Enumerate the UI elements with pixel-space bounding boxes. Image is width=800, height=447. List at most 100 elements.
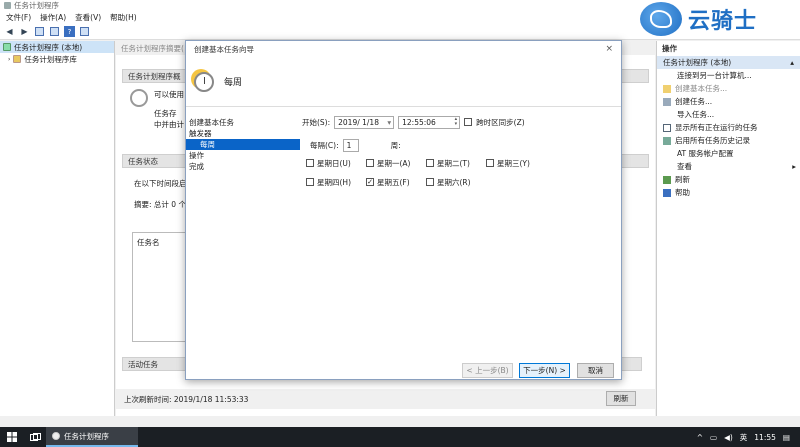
start-time-value: 12:55:06: [402, 117, 436, 127]
task-name-column[interactable]: 任务名: [137, 238, 160, 247]
help-icon[interactable]: ?: [64, 26, 75, 37]
forward-arrow-icon[interactable]: ▶: [19, 26, 30, 37]
task-view-icon[interactable]: [24, 427, 46, 447]
every-weeks-input[interactable]: 1: [342, 138, 359, 152]
navigation-tree: 任务计划程序 (本地) › 任务计划程序库: [0, 41, 115, 416]
back-arrow-icon[interactable]: ◀: [4, 26, 15, 37]
menu-view[interactable]: 查看(V): [75, 12, 101, 23]
action-label: AT 服务帐户配置: [677, 149, 734, 158]
clock-time[interactable]: 11:55: [754, 433, 776, 442]
day-label: 星期日(U): [317, 158, 351, 168]
every-label: 每隔(C):: [310, 140, 339, 150]
dialog-title: 创建基本任务向导: [194, 44, 254, 54]
close-icon[interactable]: ×: [605, 44, 613, 54]
tray-arrow-icon[interactable]: ^: [697, 433, 703, 442]
start-icon[interactable]: [0, 427, 24, 447]
action-import[interactable]: 导入任务...: [657, 108, 800, 121]
menu-action[interactable]: 操作(A): [40, 12, 66, 23]
action-create-basic[interactable]: 创建基本任务...: [657, 82, 800, 95]
day-checkbox[interactable]: [306, 178, 314, 186]
ime-indicator[interactable]: 英: [740, 432, 748, 443]
day-friday[interactable]: ✓ 星期五(F): [366, 177, 426, 188]
menu-file[interactable]: 文件(F): [6, 12, 31, 23]
day-saturday[interactable]: 星期六(R): [426, 177, 486, 188]
step-finish[interactable]: 完成: [186, 161, 298, 172]
day-checkbox[interactable]: [486, 159, 494, 167]
day-thursday[interactable]: 星期四(H): [306, 177, 366, 188]
show-hide-tree-icon[interactable]: [34, 26, 45, 37]
day-checkbox[interactable]: [306, 159, 314, 167]
weeks-label: 周:: [390, 140, 401, 150]
tree-item-label: 任务计划程序库: [24, 54, 77, 64]
day-checkbox[interactable]: ✓: [366, 178, 374, 186]
day-wednesday[interactable]: 星期三(Y): [486, 158, 546, 169]
create-task-icon: [663, 97, 671, 106]
last-refresh-text: 上次刷新时间: 2019/1/18 11:53:33: [124, 394, 249, 404]
tree-item-library[interactable]: › 任务计划程序库: [0, 53, 114, 65]
window-title: 任务计划程序: [14, 1, 59, 10]
menu-help[interactable]: 帮助(H): [110, 12, 137, 23]
calendar-dropdown-icon[interactable]: ▾: [387, 118, 391, 127]
collapse-icon[interactable]: ▴: [790, 58, 794, 67]
next-button[interactable]: 下一步(N) >: [519, 363, 570, 378]
step-create[interactable]: 创建基本任务: [186, 117, 298, 128]
step-trigger[interactable]: 触发器: [186, 128, 298, 139]
expand-arrow-icon[interactable]: ›: [8, 56, 10, 63]
action-show-running[interactable]: 显示所有正在运行的任务: [657, 121, 800, 134]
actions-sub-header[interactable]: 任务计划程序 (本地) ▴: [657, 56, 800, 69]
time-spinner-icon[interactable]: ▴ ▾: [455, 117, 458, 127]
step-weekly[interactable]: 每周: [186, 139, 300, 150]
action-label: 查看: [677, 162, 692, 171]
console-icon[interactable]: [79, 26, 90, 37]
action-label: 帮助: [675, 188, 690, 197]
dialog-heading: 每周: [224, 78, 243, 88]
start-time-field[interactable]: 12:55:06 ▴ ▾: [398, 115, 461, 129]
running-tasks-icon: [663, 123, 671, 132]
back-button[interactable]: < 上一步(B): [462, 363, 513, 378]
overview-line: 可以使用: [154, 90, 184, 99]
day-tuesday[interactable]: 星期二(T): [426, 158, 486, 169]
day-checkbox[interactable]: [426, 159, 434, 167]
taskbar-app-scheduler[interactable]: 任务计划程序: [46, 427, 138, 447]
day-checkbox[interactable]: [366, 159, 374, 167]
action-label: 刷新: [675, 175, 690, 184]
weekly-form: 开始(S): 2019/ 1/18 ▾ 12:55:06 ▴ ▾ 跨时区同步(Z)…: [302, 107, 622, 381]
day-checkbox[interactable]: [426, 178, 434, 186]
sync-timezone-checkbox[interactable]: [464, 118, 473, 126]
notification-icon[interactable]: ▤: [783, 433, 790, 442]
clock-icon: [130, 89, 148, 107]
volume-icon[interactable]: ◀): [724, 433, 733, 442]
action-label: 连接到另一台计算机...: [677, 71, 752, 80]
day-sunday[interactable]: 星期日(U): [306, 158, 366, 169]
tree-item-local[interactable]: 任务计划程序 (本地): [0, 41, 114, 53]
action-create-task[interactable]: 创建任务...: [657, 95, 800, 108]
action-enable-history[interactable]: 启用所有任务历史记录: [657, 134, 800, 147]
watermark-logo: 云骑士: [640, 0, 800, 38]
step-action[interactable]: 操作: [186, 150, 298, 161]
create-basic-task-icon: [663, 84, 671, 93]
scheduler-icon: [3, 43, 11, 51]
day-monday[interactable]: 星期一(A): [366, 158, 426, 169]
refresh-icon: [663, 175, 671, 184]
action-connect[interactable]: 连接到另一台计算机...: [657, 69, 800, 82]
day-label: 星期三(Y): [497, 158, 530, 168]
action-refresh[interactable]: 刷新: [657, 173, 800, 186]
action-at-config[interactable]: AT 服务帐户配置: [657, 147, 800, 160]
properties-icon[interactable]: [49, 26, 60, 37]
refresh-button[interactable]: 刷新: [606, 391, 636, 406]
knight-logo-icon: [640, 2, 682, 36]
action-view[interactable]: 查看 ▸: [657, 160, 800, 173]
app-icon: [4, 2, 11, 9]
logo-text: 云骑士: [688, 9, 758, 34]
submenu-arrow-icon: ▸: [792, 162, 796, 171]
action-help[interactable]: 帮助: [657, 186, 800, 199]
cancel-button[interactable]: 取消: [577, 363, 614, 378]
scheduler-clock-icon: [52, 432, 60, 440]
action-label: 导入任务...: [677, 110, 715, 119]
network-icon[interactable]: ▭: [710, 433, 717, 442]
actions-header: 操作: [657, 41, 800, 56]
start-date-picker[interactable]: 2019/ 1/18 ▾: [334, 115, 395, 129]
day-label: 星期四(H): [317, 177, 351, 187]
sync-timezone-label: 跨时区同步(Z): [476, 117, 525, 127]
actions-sub-header-label: 任务计划程序 (本地): [663, 58, 732, 67]
